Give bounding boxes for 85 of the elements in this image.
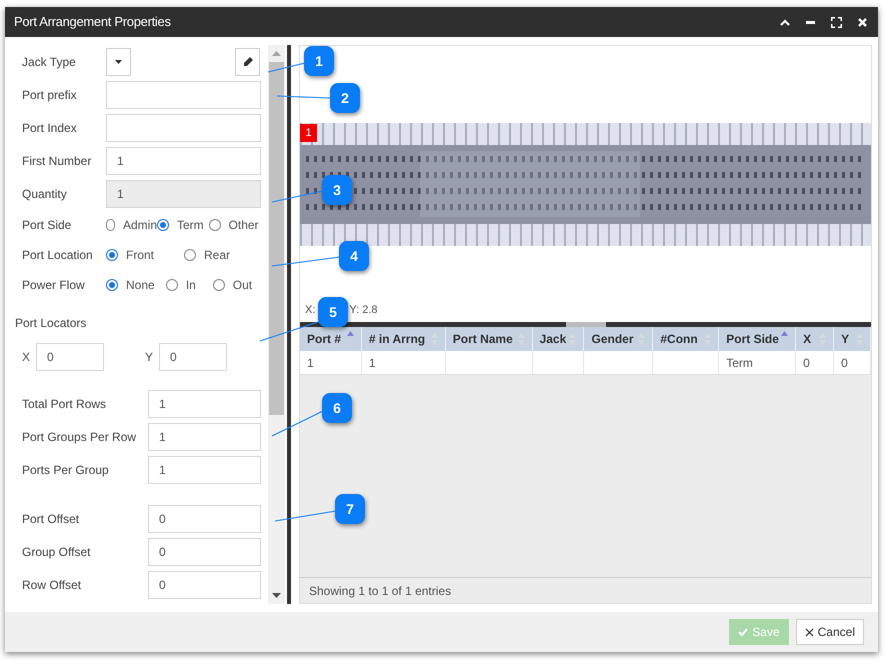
callout-badge: 7 <box>335 494 365 524</box>
leader-line <box>276 96 330 98</box>
input-field[interactable]: 0 <box>148 570 261 598</box>
coordinate-text: Y: 2.8 <box>349 302 378 318</box>
field-label: Port Location <box>22 247 94 264</box>
callout-badge: 2 <box>330 83 360 113</box>
radio-label: Out <box>232 277 252 294</box>
sort-icon[interactable] <box>781 331 788 336</box>
callout-badge: 1 <box>304 46 334 76</box>
input-field[interactable]: 1 <box>106 180 261 208</box>
radio-button[interactable] <box>157 219 169 231</box>
input-field[interactable]: 1 <box>148 422 261 450</box>
callout-badge: 3 <box>322 175 352 205</box>
collapse-icon[interactable] <box>780 18 790 26</box>
input-field[interactable] <box>106 80 261 108</box>
window-title: Port Arrangement Properties <box>14 13 171 32</box>
callout-badge: 5 <box>318 297 348 327</box>
radio-button[interactable] <box>184 249 196 261</box>
fullscreen-icon[interactable] <box>831 16 842 28</box>
table-footer: Showing 1 to 1 of 1 entries <box>300 577 871 603</box>
section-title: Port Locators <box>15 315 88 332</box>
radio-button[interactable] <box>166 279 178 291</box>
field-label: Row Offset <box>22 576 82 594</box>
input-field[interactable]: 0 <box>148 538 261 566</box>
pencil-icon <box>242 56 252 66</box>
field-label: First Number <box>22 152 92 170</box>
leader-line <box>272 190 324 202</box>
field-label: Ports Per Group <box>22 462 110 478</box>
callout-badge: 6 <box>322 393 352 423</box>
field-label: Power Flow <box>22 277 86 294</box>
field-label: X <box>22 349 30 366</box>
cancel-button[interactable]: Cancel <box>796 619 864 645</box>
radio-label: Other <box>228 217 259 234</box>
radio-button[interactable] <box>106 249 118 261</box>
radio-button[interactable] <box>212 279 225 291</box>
port-marker: 1 <box>300 124 317 142</box>
field-label: Jack Type <box>22 54 77 70</box>
field-label: Quantity <box>22 186 68 202</box>
table-cell: 0 <box>834 351 872 374</box>
table-cell: Term <box>719 351 796 374</box>
splitter-handle[interactable] <box>566 322 606 327</box>
leader-line <box>274 510 336 522</box>
field-label: Port prefix <box>22 86 78 104</box>
radio-button[interactable] <box>208 219 221 231</box>
scrollbar-thumb[interactable] <box>269 62 284 415</box>
field-label: Port Groups Per Row <box>22 428 138 446</box>
leader-line <box>272 256 340 266</box>
callout-badge: 4 <box>339 241 369 271</box>
caret-icon <box>115 60 122 64</box>
close-icon[interactable] <box>858 18 867 26</box>
field-label: Group Offset <box>22 544 92 560</box>
edit-button[interactable] <box>235 48 260 76</box>
input-field[interactable]: 1 <box>148 456 261 484</box>
radio-label: Front <box>126 247 154 264</box>
minimize-icon[interactable] <box>806 20 815 24</box>
field-label: Port Offset <box>22 510 80 528</box>
radio-label: In <box>186 277 196 294</box>
input-field[interactable] <box>106 114 261 142</box>
table-cell: 1 <box>300 351 362 374</box>
radio-button[interactable] <box>106 279 118 291</box>
input-field[interactable]: 0 <box>148 504 261 532</box>
splitter-bar[interactable] <box>300 322 871 327</box>
scrollbar[interactable] <box>268 45 285 604</box>
close-icon <box>804 628 814 636</box>
input-field[interactable]: 0 <box>36 343 104 371</box>
radio-label: Admin <box>122 217 157 234</box>
input-field[interactable]: 0 <box>159 343 227 371</box>
radio-label: Rear <box>204 247 230 264</box>
radio-label: Term <box>177 217 204 234</box>
table-cell: 0 <box>796 351 834 374</box>
sort-icon[interactable] <box>346 331 354 336</box>
field-label: Port Index <box>22 120 78 136</box>
radio-label: None <box>126 277 155 294</box>
leader-line <box>268 62 306 72</box>
field-label: Total Port Rows <box>22 396 108 412</box>
field-label: Port Side <box>22 217 72 234</box>
coordinate-text: X: <box>305 302 316 318</box>
leader-line <box>272 410 324 436</box>
radio-button[interactable] <box>106 219 115 231</box>
input-field[interactable]: 1 <box>148 390 261 418</box>
dropdown-button[interactable] <box>106 48 131 76</box>
field-label: Y <box>145 349 153 366</box>
check-icon <box>738 628 748 636</box>
table-cell: 1 <box>362 351 446 374</box>
input-field[interactable]: 1 <box>106 146 261 174</box>
